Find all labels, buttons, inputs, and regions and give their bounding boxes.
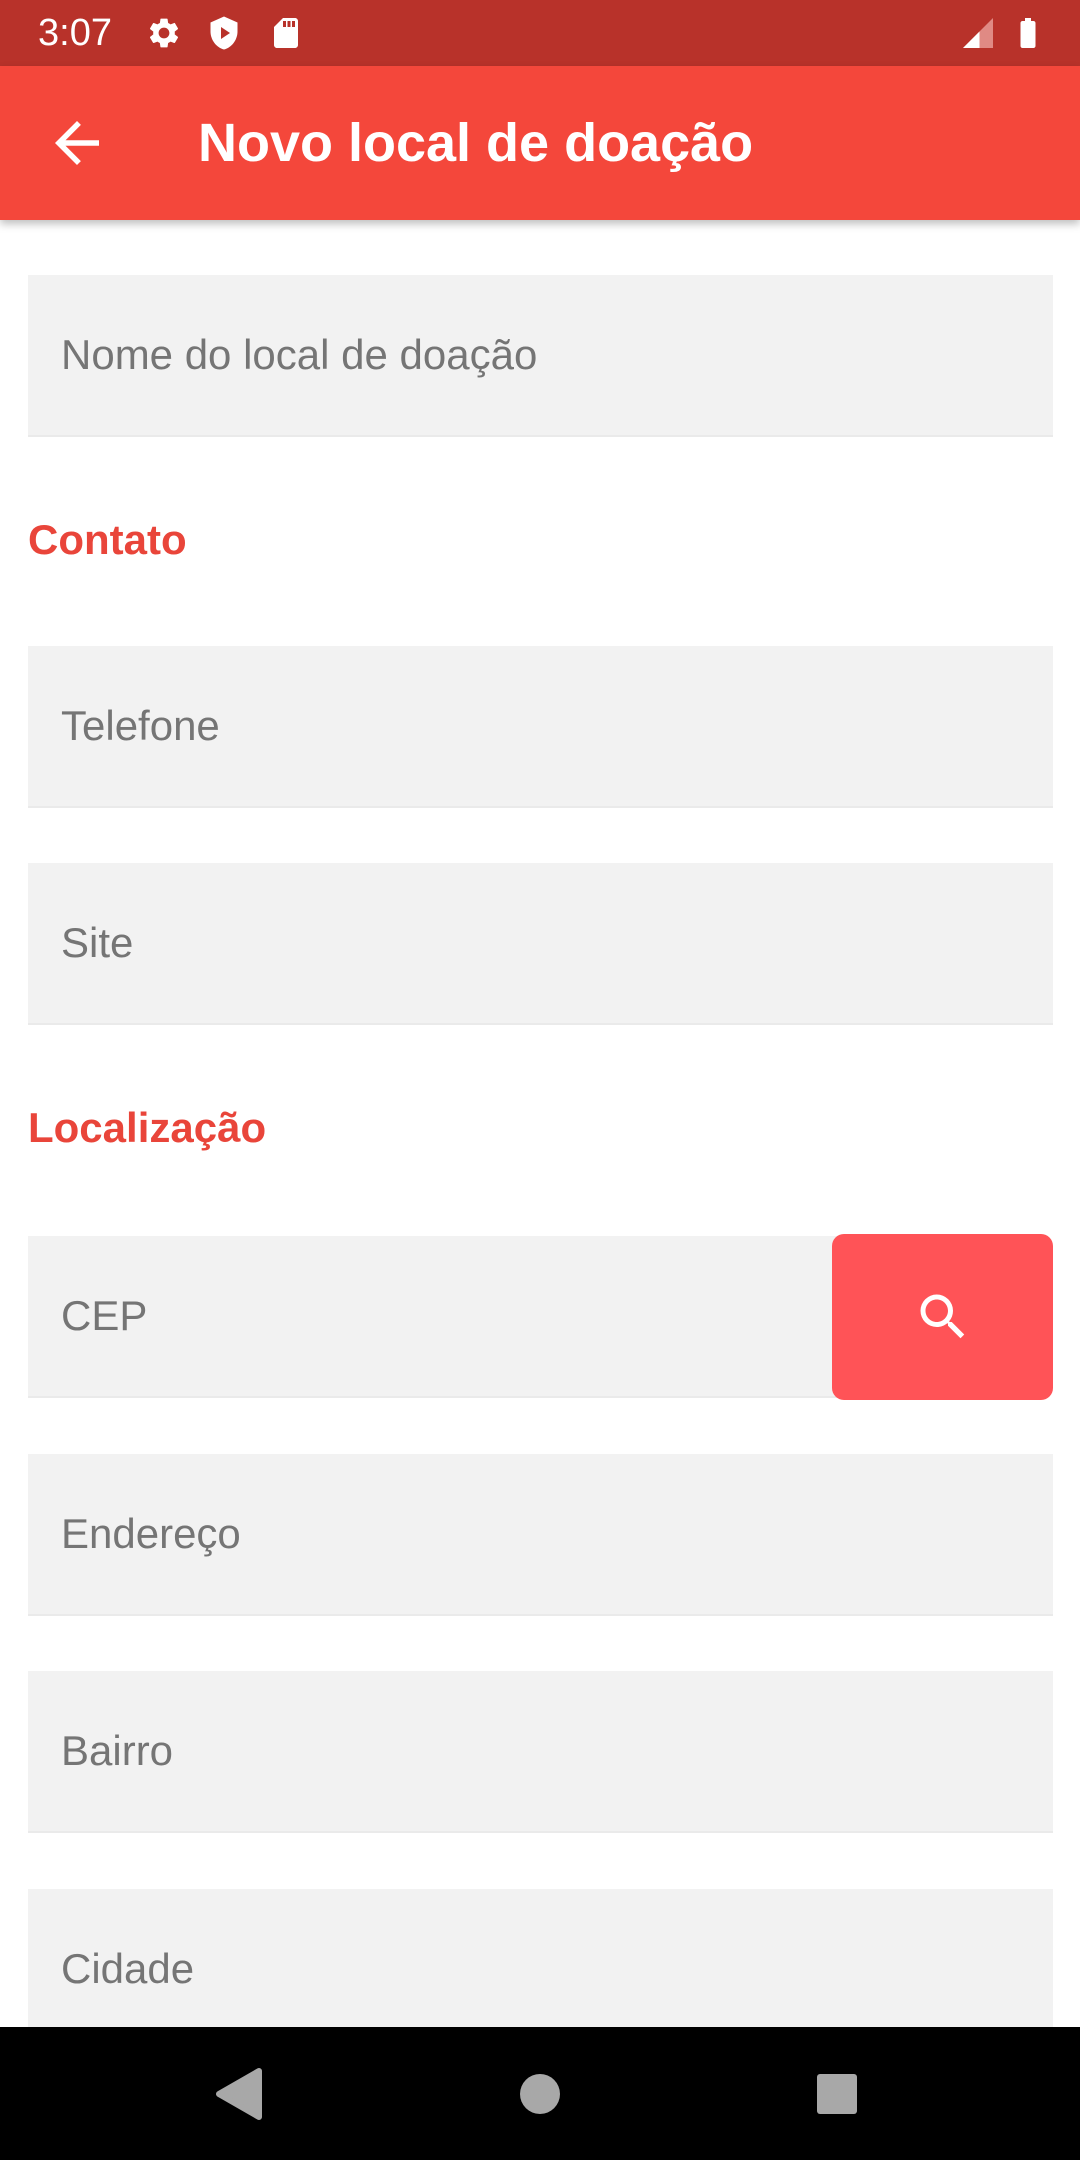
shield-icon <box>206 15 242 51</box>
search-cep-button[interactable] <box>832 1234 1053 1400</box>
site-input[interactable] <box>28 863 1053 1023</box>
status-bar: 3:07 <box>0 0 1080 66</box>
contact-heading: Contato <box>28 516 187 563</box>
app-bar: Novo local de doação <box>0 66 1080 220</box>
status-time: 3:07 <box>38 12 112 54</box>
page-title: Novo local de doação <box>198 113 754 173</box>
nav-back-button[interactable] <box>195 2049 285 2139</box>
city-input[interactable] <box>28 1889 1053 2049</box>
site-field[interactable] <box>28 863 1053 1025</box>
location-heading: Localização <box>28 1104 267 1151</box>
sd-card-icon <box>268 15 304 51</box>
recents-square-icon <box>817 2074 857 2114</box>
gear-icon <box>146 15 182 51</box>
back-button[interactable] <box>44 110 110 176</box>
phone-input[interactable] <box>28 646 1053 806</box>
arrow-back-icon <box>55 121 99 165</box>
phone-field[interactable] <box>28 646 1053 808</box>
cep-input[interactable] <box>28 1236 840 1396</box>
name-input[interactable] <box>28 275 1053 435</box>
screen: 3:07 Novo local de doação Contato L <box>0 0 1080 2160</box>
district-field[interactable] <box>28 1671 1053 1833</box>
system-nav-bar <box>0 2027 1080 2160</box>
name-field[interactable] <box>28 275 1053 437</box>
back-triangle-icon <box>216 2068 262 2120</box>
battery-icon <box>1010 15 1046 51</box>
address-input[interactable] <box>28 1454 1053 1614</box>
address-field[interactable] <box>28 1454 1053 1616</box>
district-input[interactable] <box>28 1671 1053 1831</box>
search-icon <box>920 1294 964 1339</box>
home-circle-icon <box>520 2074 560 2114</box>
nav-home-button[interactable] <box>495 2049 585 2139</box>
cep-field[interactable] <box>28 1236 840 1398</box>
cell-signal-icon <box>960 15 996 51</box>
nav-recents-button[interactable] <box>792 2049 882 2139</box>
